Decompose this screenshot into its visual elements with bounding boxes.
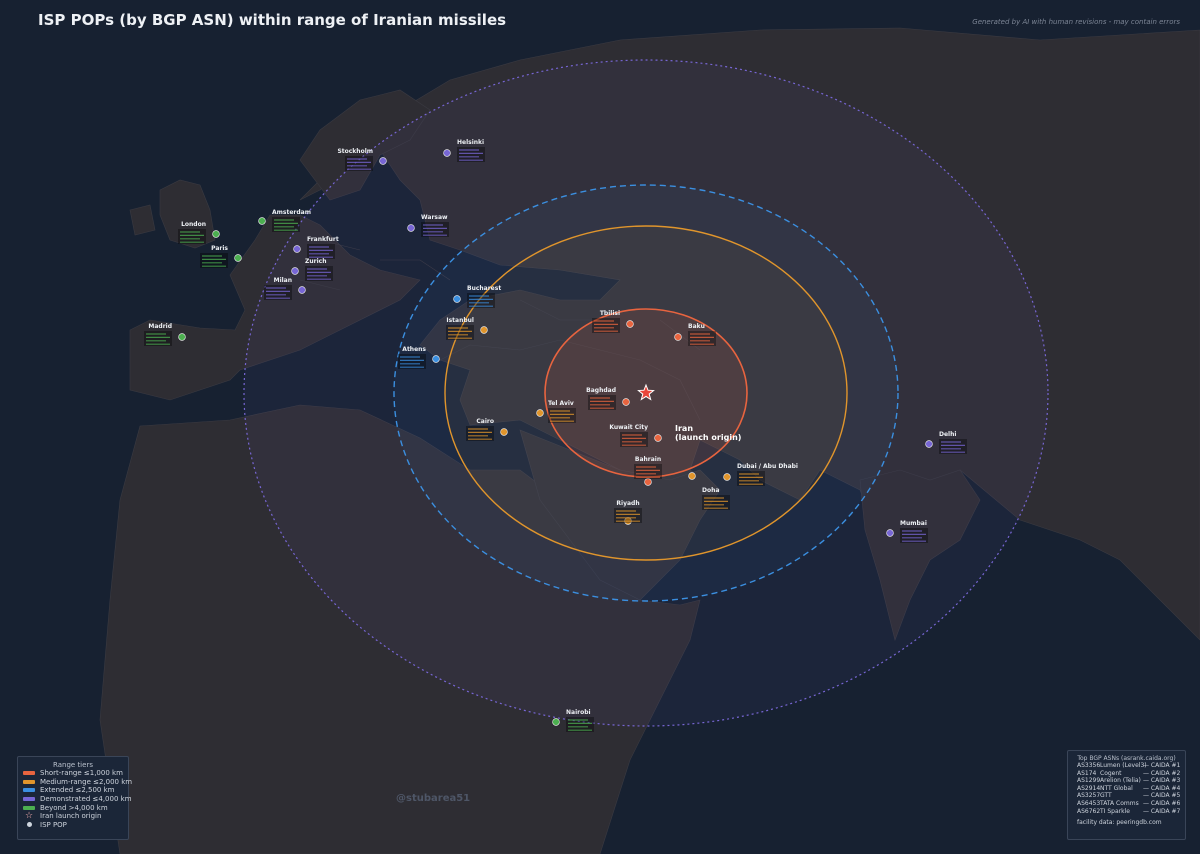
dot-icon xyxy=(23,822,35,828)
asn-row: AS6453 TATA Comms — CAIDA #6 xyxy=(1077,799,1181,807)
demonstrated-swatch xyxy=(23,797,35,802)
pop-marker-tel-aviv[interactable] xyxy=(536,409,544,417)
city-label-tbilisi: Tbilisi xyxy=(600,310,620,317)
origin-label: Iran xyxy=(675,424,693,433)
city-label-doha: Doha xyxy=(702,487,719,494)
asn-legend-title: Top BGP ASNs (asrank.caida.org) xyxy=(1077,755,1176,762)
asn-row: AS3257 GTT — CAIDA #5 xyxy=(1077,792,1181,800)
city-label-athens: Athens xyxy=(402,346,426,353)
city-label-cairo: Cairo xyxy=(476,418,494,425)
city-label-dubai-abu-dhabi: Dubai / Abu Dhabi xyxy=(737,463,798,470)
city-label-bucharest: Bucharest xyxy=(467,285,501,292)
pop-marker-frankfurt[interactable] xyxy=(293,245,301,253)
city-label-baku: Baku xyxy=(688,323,705,330)
pop-marker-bahrain[interactable] xyxy=(644,478,652,486)
legend-title: Range tiers xyxy=(53,761,93,769)
asn-row: AS174 Cogent — CAIDA #2 xyxy=(1077,769,1181,777)
city-label-madrid: Madrid xyxy=(148,323,172,330)
asn-row: AS6762 TI Sparkle — CAIDA #7 xyxy=(1077,807,1181,815)
range-map: Baghdad Kuwait City Tbilisi Baku Bahrain Doha… xyxy=(0,0,1200,854)
pop-marker-mumbai[interactable] xyxy=(886,529,894,537)
pop-marker-milan[interactable] xyxy=(298,286,306,294)
pop-marker-cairo[interactable] xyxy=(500,428,508,436)
legend-item-beyond: Beyond >4,000 km xyxy=(23,803,128,812)
extended-swatch xyxy=(23,788,35,793)
pop-marker-paris[interactable] xyxy=(234,254,242,262)
city-label-helsinki: Helsinki xyxy=(457,139,484,146)
asn-row: AS1299 Arelion (Telia) — CAIDA #3 xyxy=(1077,777,1181,785)
pop-marker-baghdad[interactable] xyxy=(622,398,630,406)
legend-item-extended: Extended ≤2,500 km xyxy=(23,786,128,795)
pop-marker-stockholm[interactable] xyxy=(379,157,387,165)
city-label-kuwait-city: Kuwait City xyxy=(609,424,648,431)
city-label-istanbul: Istanbul xyxy=(446,317,474,324)
pop-marker-madrid[interactable] xyxy=(178,333,186,341)
range-legend: Range tiers Short-range ≤1,000 km Medium… xyxy=(17,756,132,840)
city-label-nairobi: Nairobi xyxy=(566,709,591,716)
ai-credit-note: Generated by AI with human revisions - m… xyxy=(972,18,1180,26)
city-label-baghdad: Baghdad xyxy=(586,387,616,394)
pop-marker-delhi[interactable] xyxy=(925,440,933,448)
pop-marker-zurich[interactable] xyxy=(291,267,299,275)
author-watermark: @stubarea51 xyxy=(396,793,471,804)
pop-marker-athens[interactable] xyxy=(432,355,440,363)
city-label-riyadh: Riyadh xyxy=(616,500,639,507)
pop-marker-bucharest[interactable] xyxy=(453,295,461,303)
city-label-london: London xyxy=(181,221,206,228)
pop-marker-kuwait-city[interactable] xyxy=(654,434,662,442)
city-label-tel-aviv: Tel Aviv xyxy=(548,400,574,407)
legend-item-pop: ISP POP xyxy=(23,821,128,830)
legend-item-demonstrated: Demonstrated ≤4,000 km xyxy=(23,795,132,804)
pop-marker-tbilisi[interactable] xyxy=(626,320,634,328)
asn-row: AS2914 NTT Global — CAIDA #4 xyxy=(1077,784,1181,792)
city-label-frankfurt: Frankfurt xyxy=(307,236,339,243)
asn-legend-footer: facility data: peeringdb.com xyxy=(1077,819,1162,827)
short-swatch xyxy=(23,771,35,776)
city-label-warsaw: Warsaw xyxy=(421,214,448,221)
city-label-milan: Milan xyxy=(274,277,292,284)
city-label-paris: Paris xyxy=(211,245,228,252)
pop-marker-amsterdam[interactable] xyxy=(258,217,266,225)
city-label-zurich: Zurich xyxy=(305,258,326,265)
map-title: ISP POPs (by BGP ASN) within range of Ir… xyxy=(38,11,507,29)
city-label-mumbai: Mumbai xyxy=(900,520,927,527)
city-label-delhi: Delhi xyxy=(939,431,956,438)
legend-item-short: Short-range ≤1,000 km xyxy=(23,769,128,778)
origin-sublabel: (launch origin) xyxy=(675,433,741,442)
asn-legend: Top BGP ASNs (asrank.caida.org) AS3356 Lu… xyxy=(1067,750,1186,840)
legend-item-medium: Medium-range ≤2,000 km xyxy=(23,778,132,787)
pop-marker-helsinki[interactable] xyxy=(443,149,451,157)
medium-swatch xyxy=(23,779,35,784)
city-label-amsterdam: Amsterdam xyxy=(272,209,311,216)
pop-marker-istanbul[interactable] xyxy=(480,326,488,334)
city-label-stockholm: Stockholm xyxy=(337,148,373,155)
city-label-bahrain: Bahrain xyxy=(635,456,661,463)
pop-marker-warsaw[interactable] xyxy=(407,224,415,232)
pop-marker-nairobi[interactable] xyxy=(552,718,560,726)
star-icon: ☆ xyxy=(24,811,34,822)
beyond-swatch xyxy=(23,805,35,810)
pop-marker-london[interactable] xyxy=(212,230,220,238)
pop-marker-dubai-abu-dhabi[interactable] xyxy=(723,473,731,481)
legend-item-origin: ☆ Iran launch origin xyxy=(24,811,102,822)
asn-row: AS3356 Lumen (Level3) — CAIDA #1 xyxy=(1077,762,1181,769)
pop-marker-doha[interactable] xyxy=(688,472,696,480)
pop-marker-baku[interactable] xyxy=(674,333,682,341)
